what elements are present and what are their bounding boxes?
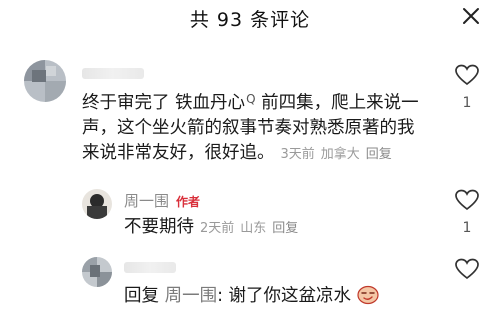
author-name[interactable]: 周一围 [124, 190, 169, 211]
comment-location: 加拿大 [320, 147, 360, 162]
heart-outline-icon [455, 258, 479, 280]
smirk-face-emoji [357, 285, 379, 313]
username-blurred [82, 68, 144, 79]
comment-text: 不要期待 2天前 山东 回复 [124, 217, 299, 237]
like-button[interactable] [455, 64, 479, 86]
reply-button[interactable]: 回复 [272, 221, 298, 236]
comment-location: 山东 [240, 221, 267, 236]
avatar[interactable] [82, 189, 112, 219]
search-mark-icon[interactable]: Q [246, 92, 255, 106]
heart-outline-icon [455, 64, 479, 86]
heart-outline-icon [455, 189, 479, 211]
comment-count-title: 共 93 条评论 [189, 9, 311, 31]
comments-header: 共 93 条评论 [0, 0, 500, 34]
close-icon[interactable] [459, 4, 483, 28]
username-blurred [124, 262, 176, 273]
reply-to-name[interactable]: 周一围 [165, 286, 218, 306]
comment-time: 3天前 [280, 147, 315, 162]
author-badge: 作者 [176, 195, 201, 209]
comment-text: 回复 周一围: 谢了你这盆凉水 [124, 284, 424, 313]
reply-button[interactable]: 回复 [366, 147, 392, 162]
like-button[interactable] [455, 189, 479, 211]
like-count: 1 [462, 95, 472, 111]
comment-time: 2天前 [200, 221, 235, 236]
avatar[interactable] [82, 257, 112, 287]
like-button[interactable] [455, 258, 479, 280]
like-count: 1 [462, 220, 472, 236]
comment-text: 终于审完了 铁血丹心Q 前四集，爬上来说一 声，这个坐火箭的叙事节奏对熟悉原著的… [82, 92, 419, 163]
avatar[interactable] [24, 60, 66, 102]
